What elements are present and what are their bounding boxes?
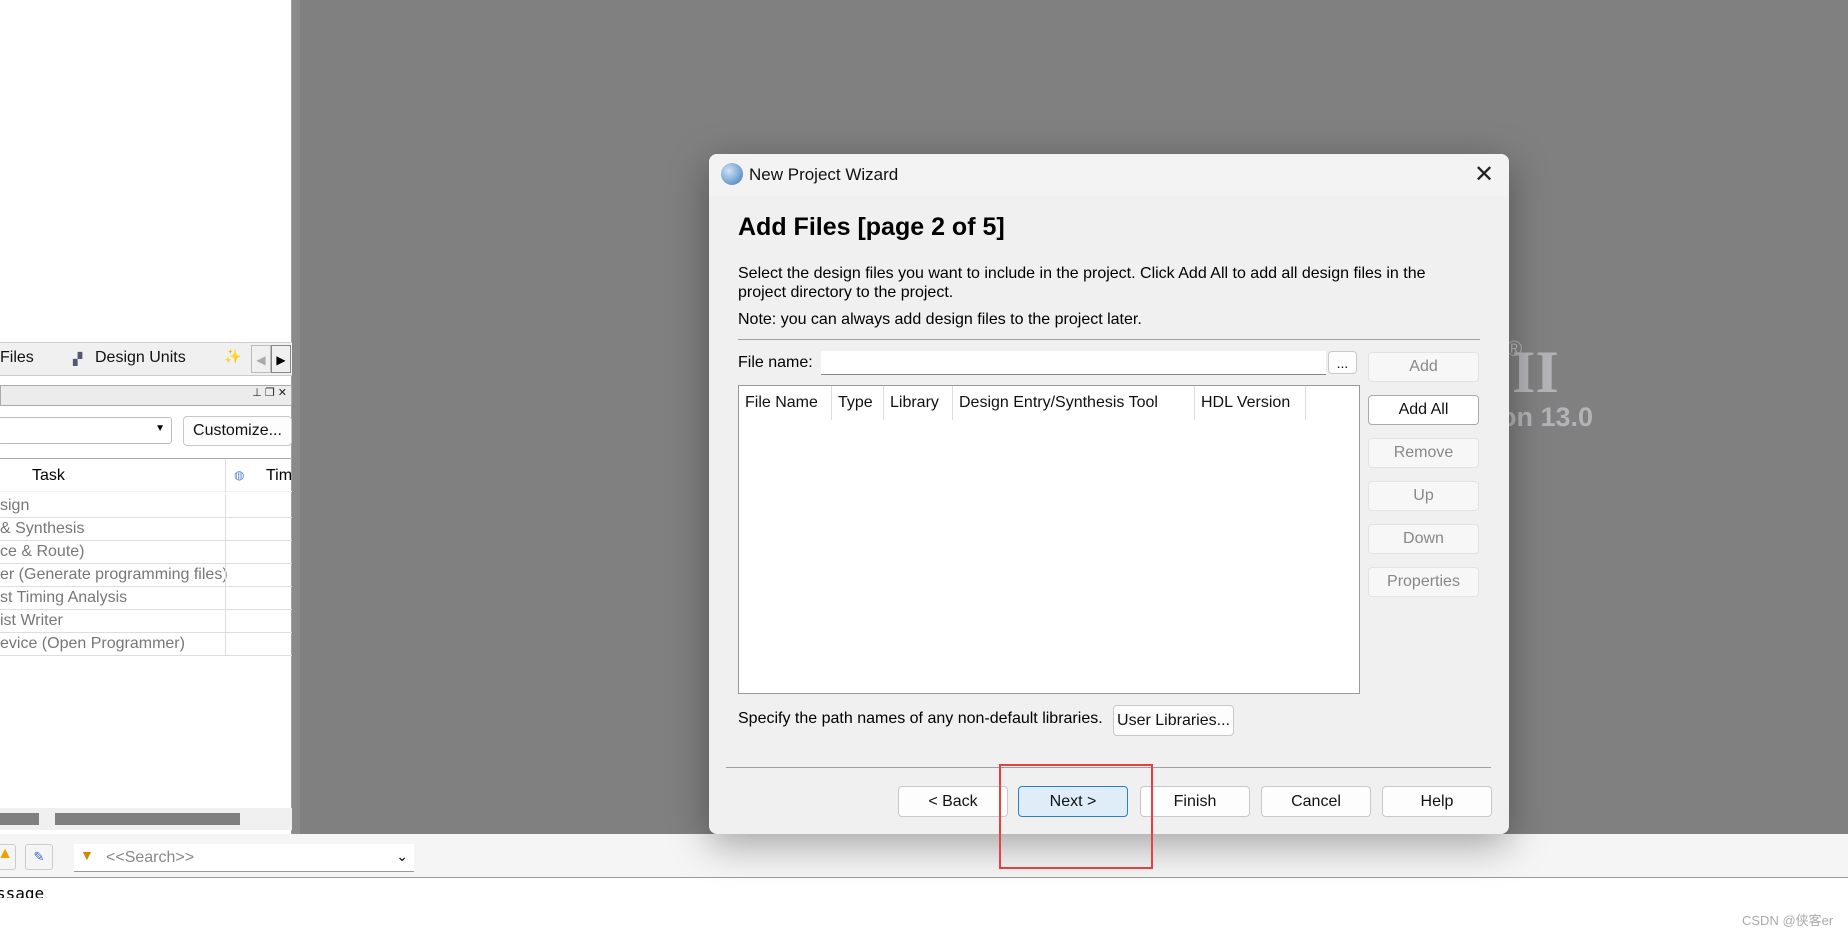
help-button[interactable]: Help xyxy=(1382,786,1492,817)
column-header-tool[interactable]: Design Entry/Synthesis Tool xyxy=(959,394,1158,412)
add-button[interactable]: Add xyxy=(1368,352,1479,382)
float-icon[interactable]: ❐ xyxy=(265,387,275,399)
properties-button[interactable]: Properties xyxy=(1368,567,1479,597)
add-all-button[interactable]: Add All xyxy=(1368,395,1479,425)
tab-design-units[interactable]: Design Units xyxy=(95,349,186,367)
chevron-down-icon: ▼ xyxy=(155,423,165,434)
divider xyxy=(738,339,1480,340)
description-text: Select the design files you want to incl… xyxy=(738,265,1426,301)
column-divider xyxy=(952,386,953,420)
finish-button[interactable]: Finish xyxy=(1140,786,1250,817)
close-icon[interactable]: ✕ xyxy=(278,387,287,399)
quartus-app-icon xyxy=(721,163,743,185)
message-search-input[interactable]: ▼ <<Search>> ⌄ xyxy=(74,844,414,872)
design-units-icon: ▞ xyxy=(73,352,83,366)
task-column-header[interactable]: Task xyxy=(32,467,65,485)
warning-filter-button[interactable]: ▲ xyxy=(0,844,16,870)
scroll-left-button[interactable]: ◀ xyxy=(251,345,271,373)
time-column-header[interactable]: Tim xyxy=(266,467,292,485)
column-divider xyxy=(883,386,884,420)
scrollbar-thumb[interactable] xyxy=(55,813,240,825)
file-name-label: File name: xyxy=(738,354,813,371)
filter-icon: ▼ xyxy=(80,847,94,863)
suppress-filter-button[interactable]: ✎ xyxy=(25,844,53,870)
watermark: CSDN @侠客er xyxy=(1742,913,1834,928)
table-row[interactable]: st Timing Analysis xyxy=(0,587,292,610)
project-navigator-tabs: Files ▞ Design Units ✨ ◀ ▶ xyxy=(0,342,292,376)
column-header-hdl-version[interactable]: HDL Version xyxy=(1201,394,1290,412)
remove-button[interactable]: Remove xyxy=(1368,438,1479,468)
note-text: Note: you can always add design files to… xyxy=(738,311,1142,328)
new-project-wizard-dialog: New Project Wizard ✕ Add Files [page 2 o… xyxy=(709,154,1509,834)
cancel-button[interactable]: Cancel xyxy=(1261,786,1371,817)
close-icon[interactable]: ✕ xyxy=(1474,160,1494,189)
column-header-type[interactable]: Type xyxy=(838,394,873,412)
user-libraries-button[interactable]: User Libraries... xyxy=(1113,705,1234,736)
flow-dropdown[interactable]: ▼ xyxy=(0,417,172,444)
horizontal-scrollbar[interactable] xyxy=(0,808,292,830)
down-button[interactable]: Down xyxy=(1368,524,1479,554)
search-placeholder: <<Search>> xyxy=(106,849,195,866)
panel-splitter[interactable] xyxy=(292,0,300,834)
dialog-titlebar: New Project Wizard ✕ xyxy=(709,154,1509,196)
message-column-header: ssage xyxy=(0,884,45,898)
table-row[interactable]: & Synthesis xyxy=(0,518,292,541)
back-button[interactable]: < Back xyxy=(898,786,1008,817)
highlight-annotation-box xyxy=(999,764,1153,869)
column-header-file-name[interactable]: File Name xyxy=(745,394,818,412)
clock-icon: ◍ xyxy=(234,468,245,482)
column-divider xyxy=(831,386,832,420)
pin-icon[interactable]: ⊥ xyxy=(252,387,262,399)
tab-files[interactable]: Files xyxy=(0,349,34,367)
dialog-title: New Project Wizard xyxy=(749,165,899,184)
libraries-text: Specify the path names of any non-defaul… xyxy=(738,710,1103,727)
column-divider xyxy=(1194,386,1195,420)
files-table[interactable]: File Name Type Library Design Entry/Synt… xyxy=(738,385,1360,694)
customize-button[interactable]: Customize... xyxy=(183,416,292,446)
scroll-right-button[interactable]: ▶ xyxy=(271,345,291,373)
table-row[interactable]: evice (Open Programmer) xyxy=(0,633,292,656)
table-row[interactable]: sign xyxy=(0,495,292,518)
scrollbar-segment[interactable] xyxy=(0,813,39,825)
tasks-panel-header: ⊥ ❐ ✕ xyxy=(0,385,292,406)
table-row[interactable]: ist Writer xyxy=(0,610,292,633)
up-button[interactable]: Up xyxy=(1368,481,1479,511)
tasks-table-header: Task ◍ Tim xyxy=(0,458,292,493)
file-name-input[interactable] xyxy=(821,351,1326,375)
page-title: Add Files [page 2 of 5] xyxy=(738,213,1005,241)
messages-toolbar: ▲ ✎ ▼ <<Search>> ⌄ xyxy=(0,834,1848,878)
column-divider xyxy=(225,459,226,493)
table-row[interactable]: ce & Route) xyxy=(0,541,292,564)
table-row[interactable]: er (Generate programming files) xyxy=(0,564,292,587)
version-fragment: on 13.0 xyxy=(1500,402,1594,432)
chevron-down-icon[interactable]: ⌄ xyxy=(396,848,408,865)
column-divider xyxy=(1305,386,1306,420)
left-panel: Files ▞ Design Units ✨ ◀ ▶ ⊥ ❐ ✕ ▼ Custo… xyxy=(0,0,292,834)
magic-wand-icon[interactable]: ✨ xyxy=(224,348,241,365)
column-header-library[interactable]: Library xyxy=(890,394,939,412)
browse-button[interactable]: ... xyxy=(1328,351,1357,374)
